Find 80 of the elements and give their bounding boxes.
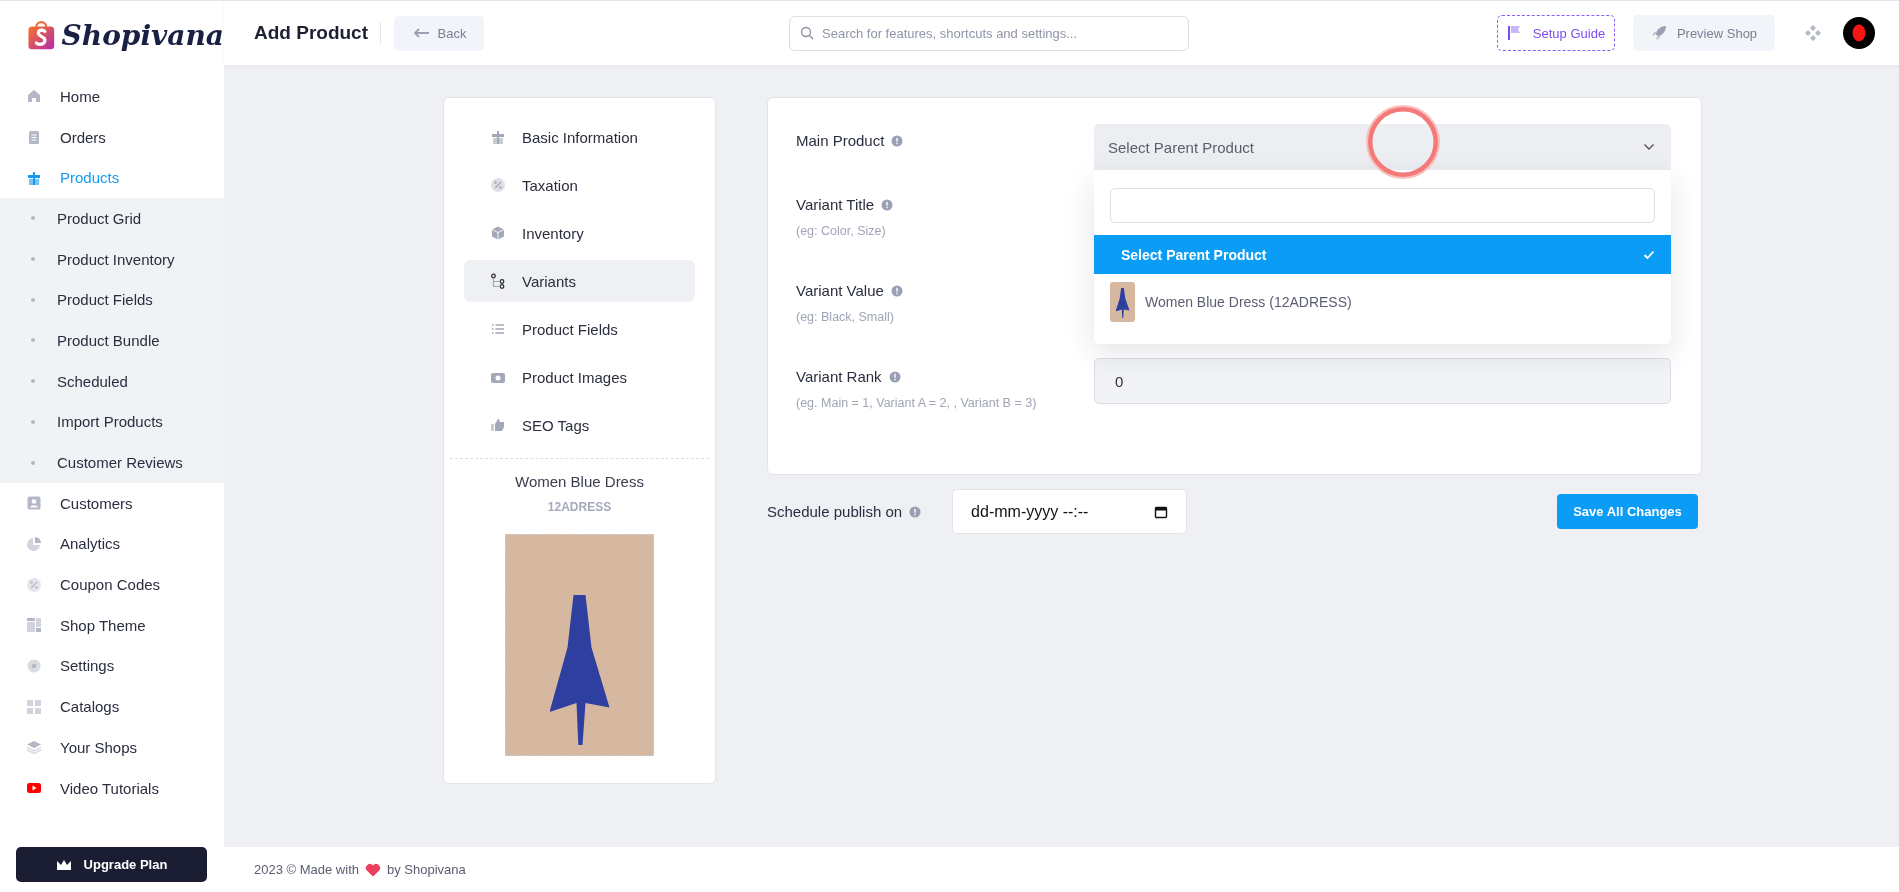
step-tab[interactable]: SEO Tags: [464, 404, 695, 446]
sidebar-item[interactable]: Your Shops: [0, 727, 224, 768]
sidebar-item[interactable]: Coupon Codes: [0, 564, 224, 605]
thumbs-up-icon: [490, 417, 506, 433]
gift-icon: [490, 129, 506, 145]
search-icon: [800, 26, 814, 40]
list-icon: [490, 321, 506, 337]
dropdown-search-field[interactable]: [1110, 188, 1655, 223]
step-tab[interactable]: Variants: [464, 260, 695, 302]
product-sku: 12ADRESS: [547, 500, 612, 514]
footer-text: 2023 © Made with: [254, 862, 359, 877]
field-hint: (eg. Main = 1, Variant A = 2, , Variant B = 3): [796, 396, 1038, 410]
step-tab[interactable]: Inventory: [464, 212, 695, 254]
apps-icon[interactable]: [1803, 23, 1823, 43]
dropdown-option[interactable]: Women Blue Dress (12ADRESS): [1094, 274, 1671, 330]
heart-icon: [365, 862, 381, 877]
field-label: Variant Rank: [796, 368, 882, 385]
pie-chart-icon: [26, 535, 42, 552]
info-icon: [891, 134, 904, 147]
flag-icon: [1506, 25, 1521, 41]
sidebar-item[interactable]: Home: [0, 76, 224, 117]
step-tab[interactable]: Taxation: [464, 164, 695, 206]
sidebar-subitem[interactable]: Scheduled: [0, 360, 224, 402]
grid-icon: [26, 698, 42, 715]
sidebar-item[interactable]: Video Tutorials: [0, 767, 224, 809]
step-tab[interactable]: Product Fields: [464, 308, 695, 350]
step-tab[interactable]: Product Images: [464, 356, 695, 398]
sidebar-item[interactable]: Analytics: [0, 523, 224, 565]
sidebar-item[interactable]: Customers: [0, 482, 224, 524]
product-name: Women Blue Dress: [515, 473, 644, 490]
sidebar-subitem[interactable]: Product Grid: [0, 198, 224, 239]
sidebar-subitem[interactable]: Product Bundle: [0, 320, 224, 361]
clipboard-icon: [26, 129, 42, 146]
back-button[interactable]: Back: [394, 15, 484, 51]
cube-icon: [490, 225, 506, 241]
sidebar-item[interactable]: Shop Theme: [0, 604, 224, 646]
footer-text: by Shopivana: [387, 862, 466, 877]
sidebar-item[interactable]: Orders: [0, 116, 224, 158]
home-icon: [26, 88, 42, 105]
field-hint: (eg: Color, Size): [796, 224, 887, 238]
logo-text: Shopivana: [61, 18, 224, 52]
percent-icon: [26, 576, 42, 593]
sidebar-subitem[interactable]: Product Fields: [0, 279, 224, 321]
percent-icon: [490, 177, 506, 193]
calendar-icon: [1154, 504, 1169, 519]
preview-shop-button[interactable]: Preview Shop: [1633, 15, 1775, 51]
variant-rank-field[interactable]: 0: [1094, 358, 1671, 404]
info-icon: [909, 505, 922, 518]
arrow-left-icon: [411, 28, 430, 38]
gift-icon: [26, 169, 42, 186]
date-time-field[interactable]: dd-mm-yyyy --:--: [952, 489, 1188, 534]
sidebar-item[interactable]: Settings: [0, 645, 224, 687]
schedule-label: Schedule publish on: [767, 503, 903, 520]
rocket-icon: [1650, 25, 1667, 41]
avatar-icon[interactable]: [1843, 17, 1875, 49]
layers-icon: [26, 739, 42, 756]
gear-icon: [26, 657, 42, 674]
info-icon: [881, 198, 894, 211]
crown-icon: [55, 858, 72, 871]
sidebar-item[interactable]: Catalogs: [0, 686, 224, 727]
setup-guide-button[interactable]: Setup Guide: [1497, 15, 1615, 51]
layout-icon: [26, 617, 42, 634]
photo-placeholder: [1110, 282, 1135, 322]
sidebar-subitem[interactable]: Customer Reviews: [0, 442, 224, 483]
step-tab[interactable]: Basic Information: [464, 116, 695, 158]
upgrade-plan-button[interactable]: Upgrade Plan: [16, 847, 207, 882]
check-icon: [1643, 249, 1655, 260]
user-icon: [26, 495, 42, 512]
chevron-down-icon: [1643, 143, 1655, 151]
field-label: Variant Value: [796, 282, 884, 299]
info-icon: [890, 284, 903, 297]
field-hint: (eg: Black, Small): [796, 310, 895, 324]
parent-product-select[interactable]: Select Parent Product: [1094, 124, 1671, 170]
field-label: Variant Title: [796, 196, 875, 213]
info-icon: [888, 370, 901, 383]
sidebar-subitem[interactable]: Product Inventory: [0, 238, 224, 280]
sidebar-subitem[interactable]: Import Products: [0, 401, 224, 443]
page-title: Add Product: [254, 22, 381, 44]
field-label: Main Product: [796, 132, 885, 149]
branch-icon: [490, 273, 506, 289]
